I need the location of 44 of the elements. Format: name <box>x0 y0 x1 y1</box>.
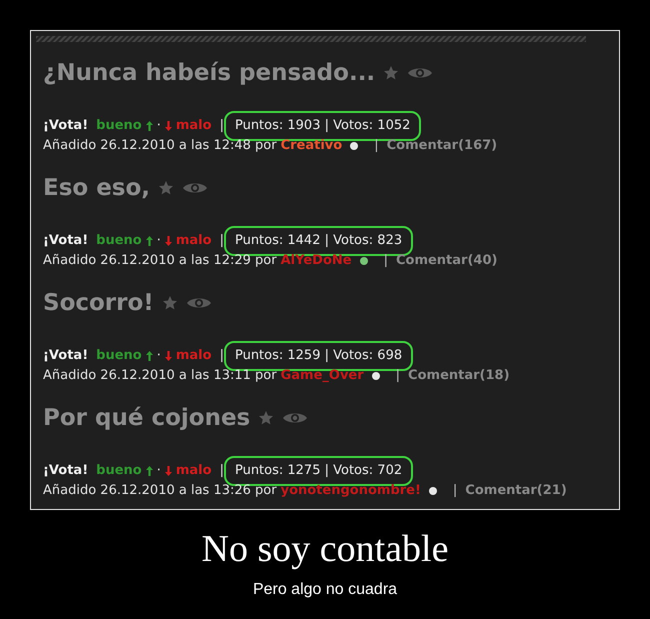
good-vote-link[interactable]: bueno <box>96 462 153 480</box>
pipe-separator: | <box>220 462 224 480</box>
up-arrow-icon <box>146 121 153 131</box>
bad-vote-link[interactable]: malo <box>164 117 212 135</box>
pipe-separator: | <box>452 482 458 500</box>
post-title[interactable]: Por qué cojones <box>43 403 250 433</box>
post-title[interactable]: ¿Nunca habeís pensado... <box>43 58 376 88</box>
down-arrow-icon <box>164 236 172 246</box>
star-icon[interactable] <box>258 410 274 426</box>
vote-label: ¡Vota! <box>43 117 88 135</box>
poster-subtitle: Pero algo no cuadra <box>252 580 398 600</box>
eye-icon[interactable] <box>186 296 212 310</box>
star-icon[interactable] <box>158 180 174 196</box>
eye-icon[interactable] <box>182 181 208 195</box>
eye-icon[interactable] <box>407 66 434 80</box>
post-title[interactable]: Eso eso, <box>43 173 150 203</box>
bad-vote-link[interactable]: malo <box>164 462 212 480</box>
dot-separator: · <box>156 347 161 365</box>
good-vote-link[interactable]: bueno <box>96 232 153 250</box>
post-title[interactable]: Socorro! <box>43 288 154 318</box>
up-arrow-icon <box>146 236 153 246</box>
dot-separator: · <box>156 232 161 250</box>
star-icon[interactable] <box>162 295 178 311</box>
down-arrow-icon <box>164 466 172 476</box>
bad-vote-link[interactable]: malo <box>164 347 212 365</box>
bad-vote-link[interactable]: malo <box>164 232 212 250</box>
vote-label: ¡Vota! <box>43 232 88 250</box>
dot-separator: · <box>156 117 161 135</box>
good-vote-link[interactable]: bueno <box>96 117 153 135</box>
dot-separator: · <box>156 462 161 480</box>
vote-label: ¡Vota! <box>43 462 88 480</box>
pipe-separator: | <box>220 232 224 250</box>
down-arrow-icon <box>164 351 172 361</box>
down-arrow-icon <box>164 121 172 131</box>
poster-title: No soy contable <box>202 527 448 572</box>
good-vote-link[interactable]: bueno <box>96 347 153 365</box>
pipe-separator: | <box>220 347 224 365</box>
star-icon[interactable] <box>383 65 400 81</box>
vote-label: ¡Vota! <box>43 347 88 365</box>
comment-link[interactable]: Comentar(21) <box>465 480 567 501</box>
up-arrow-icon <box>146 466 153 476</box>
up-arrow-icon <box>146 351 153 361</box>
pipe-separator: | <box>220 117 224 135</box>
eye-icon[interactable] <box>282 411 308 425</box>
